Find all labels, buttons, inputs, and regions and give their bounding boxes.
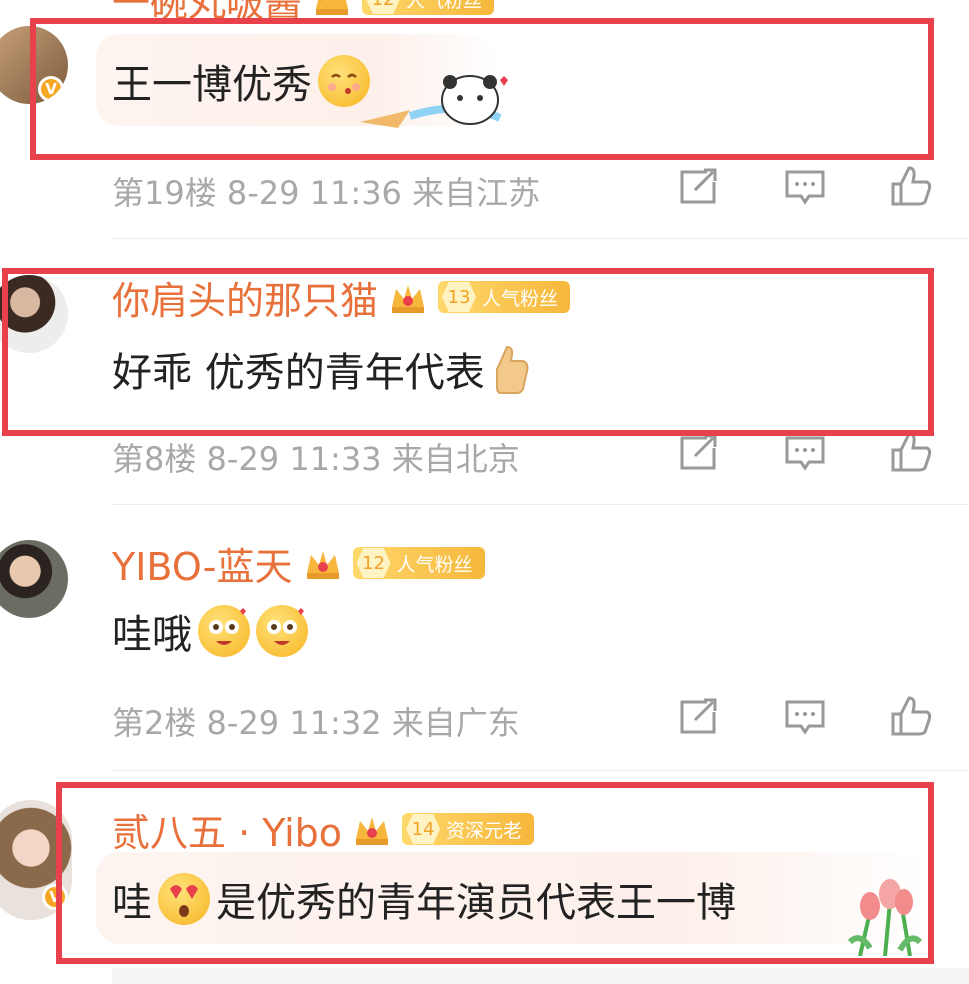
username[interactable]: YIBO-蓝天 <box>112 536 293 591</box>
share-icon[interactable] <box>677 694 721 738</box>
share-icon[interactable] <box>677 164 721 208</box>
comment-icon[interactable] <box>783 430 827 474</box>
highlight-box <box>30 18 934 160</box>
like-icon[interactable] <box>889 694 933 738</box>
crown-icon <box>306 551 339 579</box>
comment-icon[interactable] <box>783 694 827 738</box>
share-icon[interactable] <box>677 430 721 474</box>
comment-text-row: 哇哦 <box>112 602 308 660</box>
divider <box>112 770 969 771</box>
floor-meta: 第19楼 8-29 11:36 来自江苏 <box>112 174 541 212</box>
divider <box>112 504 969 505</box>
crown-icon <box>316 0 349 15</box>
fan-badge: 12 人气粉丝 <box>352 547 485 579</box>
like-icon[interactable] <box>889 164 933 208</box>
highlight-box <box>2 268 934 436</box>
floor-meta: 第2楼 8-29 11:32 来自广东 <box>112 704 520 742</box>
next-comment-strip <box>112 968 969 984</box>
heart-eyes-face-icon <box>198 605 250 657</box>
comment-actions <box>677 694 933 738</box>
comment-icon[interactable] <box>783 164 827 208</box>
floor-meta: 第8楼 8-29 11:33 来自北京 <box>112 440 520 478</box>
divider <box>112 238 969 239</box>
highlight-box <box>56 782 934 964</box>
fan-badge: 12 人气粉丝 <box>362 0 495 15</box>
comment-text: 哇哦 <box>112 612 192 658</box>
comment-actions <box>677 430 933 474</box>
like-icon[interactable] <box>889 430 933 474</box>
comment-actions <box>677 164 933 208</box>
heart-eyes-face-icon <box>256 605 308 657</box>
avatar[interactable] <box>0 540 68 618</box>
username-row: YIBO-蓝天 12 人气粉丝 <box>112 540 485 589</box>
